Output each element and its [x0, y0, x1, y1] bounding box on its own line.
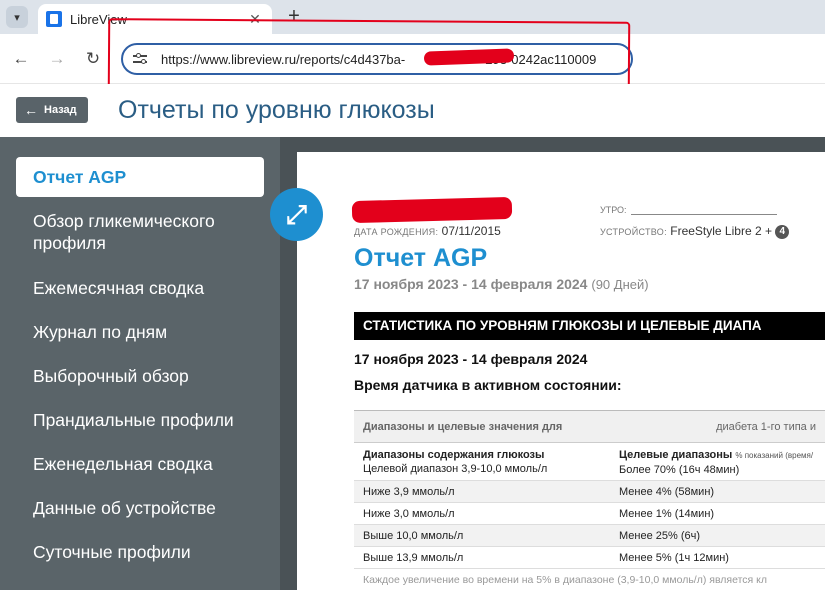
sidebar-item-label: Журнал по дням [33, 322, 168, 342]
back-button-label: Назад [44, 104, 77, 116]
sidebar-item-label: Отчет AGP [33, 167, 127, 187]
table-row: Выше 13,9 ммоль/л Менее 5% (1ч 12мин) [354, 547, 825, 569]
table-row: Ниже 3,0 ммоль/л Менее 1% (14мин) [354, 503, 825, 525]
stats-period: 17 ноября 2023 - 14 февраля 2024 [354, 351, 588, 367]
sidebar-item-label: Ежемесячная сводка [33, 278, 205, 298]
device-value: FreeStyle Libre 2 + [670, 224, 772, 238]
targets-table-header: Диапазоны и целевые значения для диабета… [354, 411, 825, 443]
table-row: Диапазоны содержания глюкозы Целевой диап… [354, 443, 825, 481]
device-info: УСТРОЙСТВО: FreeStyle Libre 2 + 4 [600, 224, 790, 239]
annotation-highlight-box [107, 18, 631, 94]
targets-table: Диапазоны и целевые значения для диабета… [354, 410, 825, 590]
back-arrow-icon[interactable]: ← [10, 48, 32, 70]
sidebar-item-label: Данные об устройстве [33, 498, 216, 518]
date-of-birth: ДАТА РОЖДЕНИЯ: 07/11/2015 [354, 224, 501, 238]
page-title: Отчеты по уровню глюкозы [118, 96, 435, 124]
sidebar-item-monthly-summary[interactable]: Ежемесячная сводка [16, 277, 264, 299]
stats-banner: СТАТИСТИКА ПО УРОВНЯМ ГЛЮКОЗЫ И ЦЕЛЕВЫЕ … [354, 312, 825, 340]
device-count-badge: 4 [775, 225, 790, 239]
sidebar-item-label: Обзор гликемического профиля [33, 211, 215, 253]
sensor-active-time-label: Время датчика в активном состоянии: [354, 377, 622, 393]
table-footnote: Каждое увеличение во времени на 5% в диа… [363, 574, 767, 586]
morning-field: УТРО: [600, 205, 777, 215]
forward-arrow-icon[interactable]: → [46, 48, 68, 70]
sidebar-item-label: Суточные профили [33, 542, 191, 562]
sidebar-item-label: Выборочный обзор [33, 366, 189, 386]
arrow-left-icon: ← [24, 102, 38, 118]
dob-value: 07/11/2015 [441, 224, 501, 238]
sidebar-item-meal-profiles[interactable]: Прандиальные профили [16, 409, 264, 431]
page-header: ← Назад Отчеты по уровню глюкозы [0, 84, 825, 137]
table-row: Ниже 3,9 ммоль/л Менее 4% (58мин) [354, 481, 825, 503]
sidebar-item-daily-profiles[interactable]: Суточные профили [16, 541, 264, 563]
sidebar-item-snapshot[interactable]: Выборочный обзор [16, 365, 264, 387]
chevron-down-icon: ▾ [14, 11, 20, 24]
sidebar-item-weekly-summary[interactable]: Еженедельная сводка [16, 453, 264, 475]
name-redaction-mark [351, 196, 513, 224]
report-title: Отчет AGP [354, 244, 488, 272]
expand-icon[interactable]: ⤢ [270, 188, 323, 241]
libreview-favicon-icon [46, 11, 62, 27]
sidebar-item-label: Еженедельная сводка [33, 454, 213, 474]
report-date-range: 17 ноября 2023 - 14 февраля 2024 (90 Дне… [354, 276, 649, 292]
sidebar: Отчет AGP Обзор гликемического профиля Е… [0, 137, 280, 590]
reload-icon[interactable]: ↻ [82, 48, 104, 70]
sidebar-item-daily-log[interactable]: Журнал по дням [16, 321, 264, 343]
sidebar-item-device-data[interactable]: Данные об устройстве [16, 497, 264, 519]
tab-search-button[interactable]: ▾ [6, 6, 28, 28]
sidebar-item-agp[interactable]: Отчет AGP [16, 157, 264, 197]
sidebar-item-glycemic-overview[interactable]: Обзор гликемического профиля [16, 210, 264, 254]
table-row: Выше 10,0 ммоль/л Менее 25% (6ч) [354, 525, 825, 547]
back-button[interactable]: ← Назад [16, 97, 88, 123]
sidebar-item-label: Прандиальные профили [33, 410, 234, 430]
